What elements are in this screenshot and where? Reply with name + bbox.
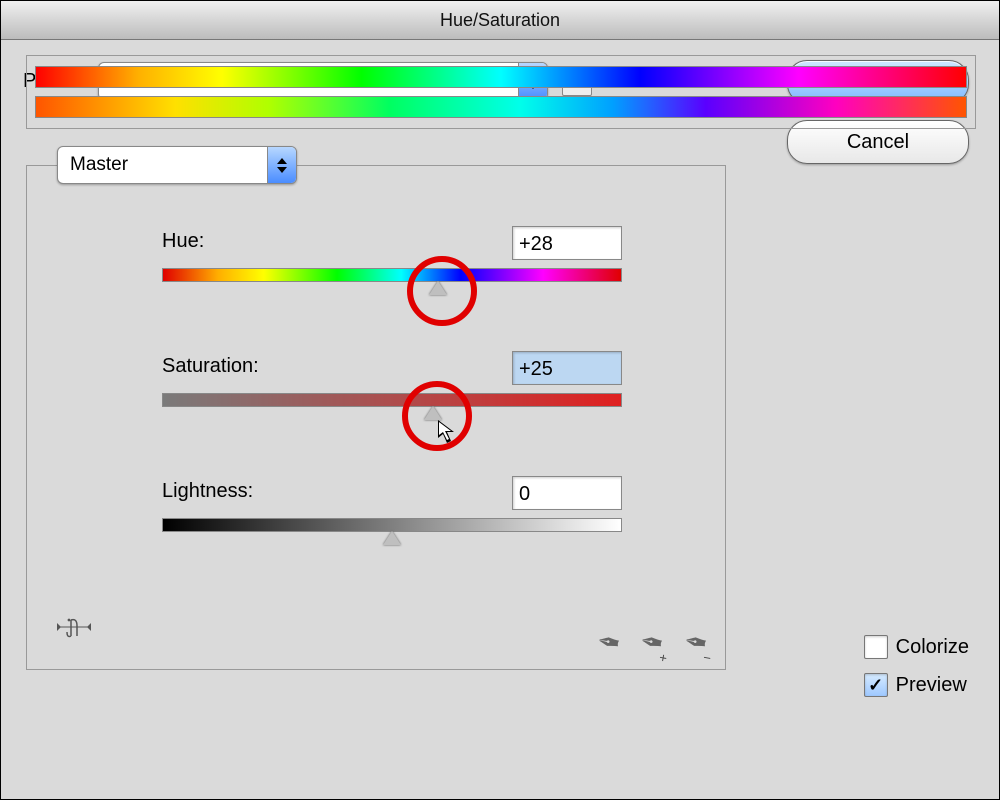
lightness-slider-thumb[interactable] xyxy=(383,531,401,545)
edit-channel-value: Master xyxy=(70,154,128,176)
edit-channel-select[interactable]: Master xyxy=(57,146,297,184)
lightness-slider[interactable] xyxy=(162,518,622,532)
window-title: Hue/Saturation xyxy=(440,10,560,30)
colorize-label: Colorize xyxy=(896,636,969,659)
scrubby-slider-icon[interactable] xyxy=(57,612,91,649)
saturation-slider[interactable] xyxy=(162,393,622,407)
cursor-arrow-icon xyxy=(437,419,459,445)
hue-saturation-dialog: Hue/Saturation Preset: Custom xyxy=(0,0,1000,800)
output-spectrum-bar[interactable] xyxy=(35,96,967,118)
hue-label: Hue: xyxy=(162,230,204,253)
lightness-input[interactable]: 0 xyxy=(512,476,622,510)
hue-slider[interactable] xyxy=(162,268,622,282)
hue-input[interactable]: +28 xyxy=(512,226,622,260)
titlebar: Hue/Saturation xyxy=(1,1,999,40)
preview-checkbox[interactable] xyxy=(864,673,888,697)
preview-label: Preview xyxy=(896,674,967,697)
colorize-checkbox[interactable] xyxy=(864,635,888,659)
eyedropper-icon[interactable]: ✒ xyxy=(594,624,623,661)
input-spectrum-bar[interactable] xyxy=(35,66,967,88)
dropdown-stepper-icon xyxy=(267,147,296,183)
color-spectrum-group xyxy=(26,55,976,129)
eyedropper-subtract-icon[interactable]: ✒− xyxy=(681,624,710,661)
eyedropper-add-icon[interactable]: ✒+ xyxy=(637,624,666,661)
saturation-label: Saturation: xyxy=(162,355,259,378)
saturation-input[interactable]: +25 xyxy=(512,351,622,385)
parameters-group: Master Hue: +28 S xyxy=(26,165,726,670)
lightness-label: Lightness: xyxy=(162,480,253,503)
hue-slider-thumb[interactable] xyxy=(429,281,447,295)
saturation-slider-thumb[interactable] xyxy=(424,406,442,420)
